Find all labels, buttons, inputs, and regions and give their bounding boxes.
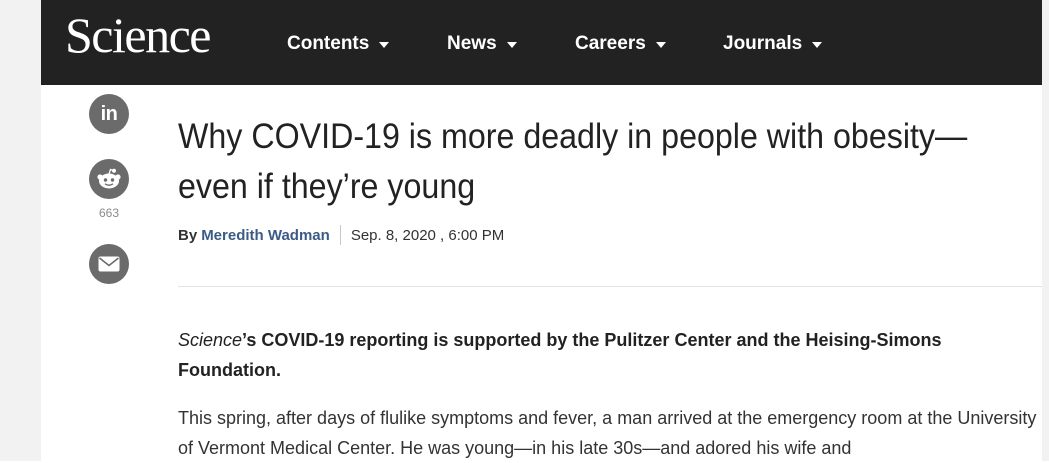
byline-prefix: By [178, 226, 198, 244]
linkedin-share-button[interactable]: in [89, 94, 129, 134]
nav-news[interactable]: News [447, 26, 517, 62]
byline: By Meredith Wadman Sep. 8, 2020 , 6:00 P… [178, 225, 504, 245]
support-note-publication: Science [178, 330, 243, 350]
chevron-down-icon [812, 42, 823, 48]
nav-contents[interactable]: Contents [287, 26, 390, 62]
reddit-icon [97, 168, 121, 189]
linkedin-icon: in [100, 102, 118, 125]
publish-date: Sep. 8, 2020 , 6:00 PM [350, 226, 505, 244]
support-note: Science’s COVID-19 reporting is supporte… [178, 325, 1028, 385]
nav-journals-label: Journals [723, 33, 803, 54]
chevron-down-icon [506, 42, 517, 48]
author-link[interactable]: Meredith Wadman [201, 227, 330, 244]
chevron-down-icon [655, 42, 666, 48]
reddit-share-count: 663 [98, 206, 120, 220]
article-body-paragraph: This spring, after days of flulike sympt… [178, 408, 1037, 458]
chevron-down-icon [379, 42, 390, 48]
envelope-icon [98, 256, 120, 272]
nav-careers[interactable]: Careers [575, 26, 666, 62]
right-scrollbar[interactable] [1042, 0, 1049, 461]
header-divider [178, 286, 1042, 287]
email-share-button[interactable] [89, 244, 129, 284]
nav-news-label: News [447, 33, 497, 54]
science-logo[interactable]: Science [65, 2, 211, 68]
left-gutter [0, 0, 41, 461]
nav-journals[interactable]: Journals [723, 26, 823, 62]
reddit-share-button[interactable] [89, 159, 129, 199]
nav-contents-label: Contents [287, 33, 370, 54]
support-note-text: ’s COVID-19 reporting is supported by th… [178, 330, 942, 380]
article-headline: Why COVID-19 is more deadly in people wi… [178, 117, 968, 206]
byline-separator [339, 225, 341, 245]
nav-careers-label: Careers [575, 33, 646, 54]
